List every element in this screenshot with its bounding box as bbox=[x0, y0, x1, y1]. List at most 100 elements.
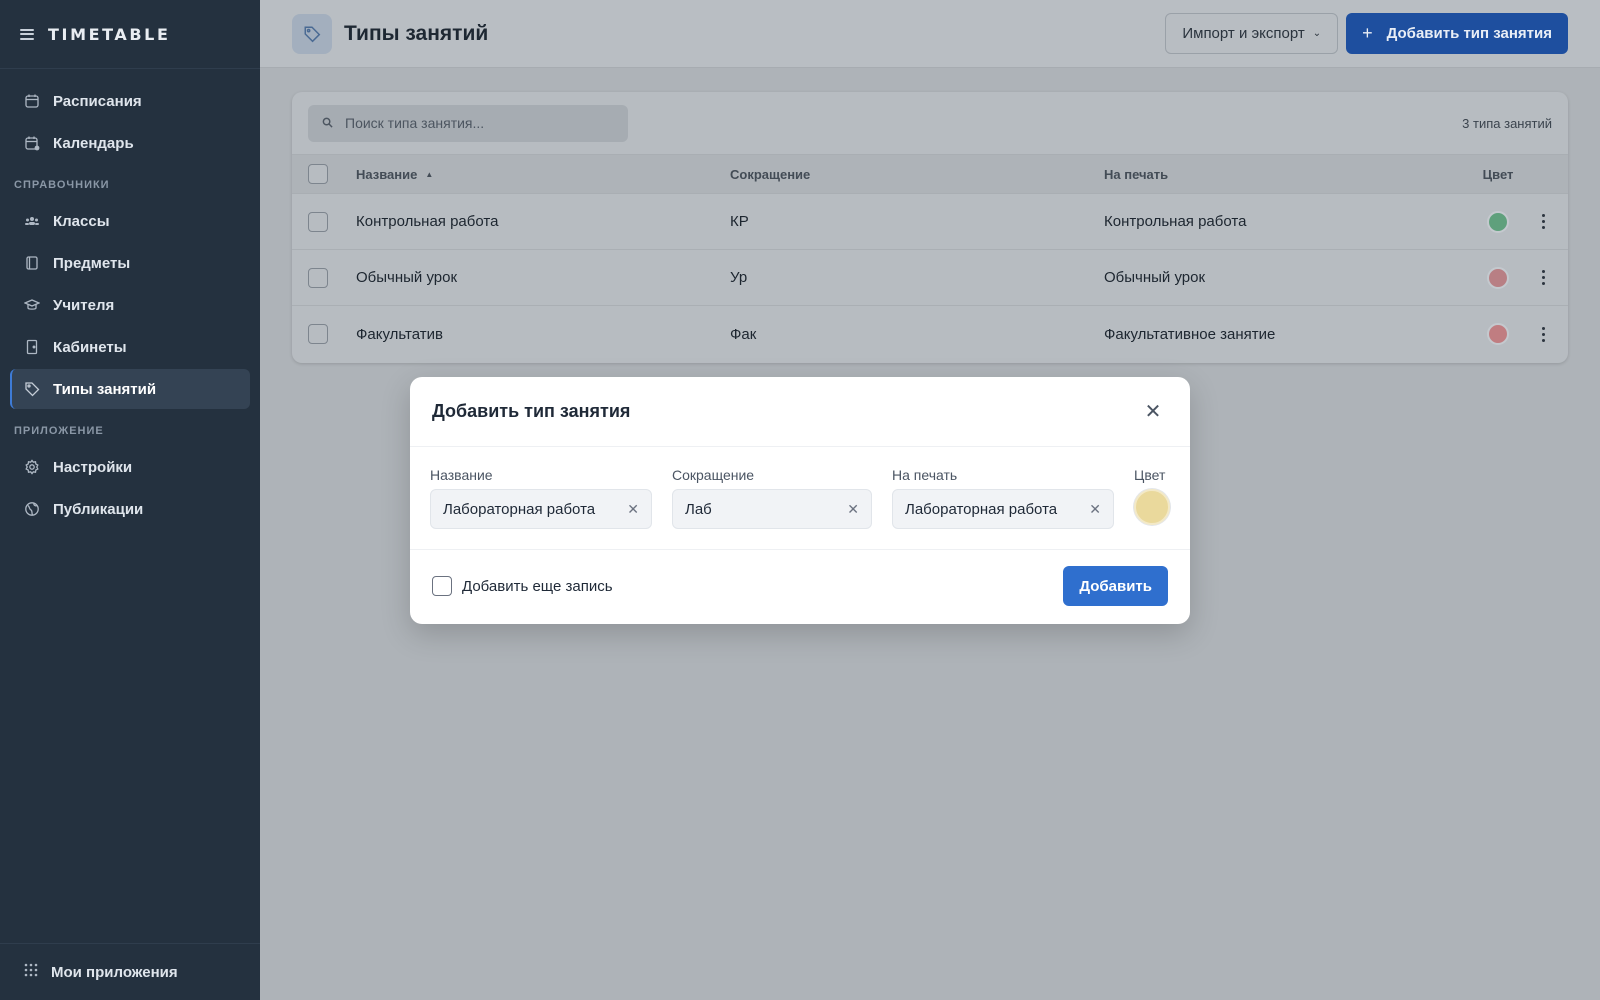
record-count: 3 типа занятий bbox=[1462, 115, 1552, 131]
sidebar-item-label: Кабинеты bbox=[53, 338, 127, 356]
clear-icon[interactable]: ✕ bbox=[847, 501, 859, 518]
globe-icon bbox=[24, 501, 40, 517]
sidebar-item-my-apps[interactable]: Мои приложения bbox=[0, 943, 260, 1000]
abbr-field-label: Сокращение bbox=[672, 467, 755, 483]
dialog-header: Добавить тип занятия ✕ bbox=[410, 377, 1190, 447]
sidebar-item-schedules[interactable]: Расписания bbox=[10, 81, 250, 121]
column-header-print[interactable]: На печать bbox=[1104, 167, 1478, 182]
cell-print: Обычный урок bbox=[1104, 269, 1206, 286]
sidebar-item-settings[interactable]: Настройки bbox=[10, 447, 250, 487]
menu-icon[interactable] bbox=[20, 28, 34, 40]
cell-abbr: Ур bbox=[730, 269, 748, 286]
sidebar-section-application: ПРИЛОЖЕНИЕ bbox=[14, 425, 104, 437]
table-row[interactable]: Факультатив Фак Факультативное занятие bbox=[292, 306, 1568, 362]
sidebar-header: TIMETABLE bbox=[0, 0, 260, 69]
sidebar-item-lesson-types[interactable]: Типы занятий bbox=[10, 369, 250, 409]
sidebar-item-classes[interactable]: Классы bbox=[10, 201, 250, 241]
submit-button[interactable]: Добавить bbox=[1063, 566, 1168, 606]
sidebar-item-label: Настройки bbox=[53, 458, 133, 476]
cell-print: Факультативное занятие bbox=[1104, 325, 1276, 343]
import-export-button[interactable]: Импорт и экспорт ⌄ bbox=[1165, 13, 1339, 54]
table-row[interactable]: Контрольная работа КР Контрольная работа bbox=[292, 194, 1568, 250]
print-input-value: Лабораторная работа bbox=[905, 500, 1058, 518]
print-field-label: На печать bbox=[892, 467, 958, 483]
cell-print: Контрольная работа bbox=[1104, 213, 1247, 230]
search-icon bbox=[322, 115, 333, 131]
sidebar-item-label: Предметы bbox=[53, 254, 131, 272]
cell-abbr: Фак bbox=[730, 325, 757, 343]
cell-name: Обычный урок bbox=[356, 269, 458, 286]
sidebar-item-label: Мои приложения bbox=[51, 963, 178, 981]
sidebar-item-teachers[interactable]: Учителя bbox=[10, 285, 250, 325]
more-vertical-icon[interactable] bbox=[1541, 270, 1545, 285]
graduation-cap-icon bbox=[24, 297, 40, 313]
color-swatch bbox=[1487, 266, 1509, 289]
select-all-checkbox[interactable] bbox=[308, 164, 328, 184]
column-header-name[interactable]: Название ▲ bbox=[356, 167, 730, 182]
table-row[interactable]: Обычный урок Ур Обычный урок bbox=[292, 250, 1568, 306]
color-swatch bbox=[1487, 210, 1509, 233]
clear-icon[interactable]: ✕ bbox=[627, 501, 639, 518]
page-header: Типы занятий Импорт и экспорт ⌄ + Добави… bbox=[260, 0, 1600, 68]
dialog-footer: Добавить еще запись Добавить bbox=[410, 550, 1190, 622]
column-header-abbr[interactable]: Сокращение bbox=[730, 167, 1104, 182]
add-another-checkbox[interactable] bbox=[432, 576, 452, 596]
clear-icon[interactable]: ✕ bbox=[1089, 501, 1101, 518]
sidebar-item-label: Классы bbox=[53, 212, 110, 230]
dialog-body: Название Лабораторная работа ✕ Сокращени… bbox=[410, 447, 1190, 550]
sidebar-item-label: Календарь bbox=[53, 134, 134, 152]
color-picker[interactable] bbox=[1134, 489, 1170, 525]
print-field: На печать Лабораторная работа ✕ bbox=[892, 467, 1114, 529]
page-title: Типы занятий bbox=[344, 21, 489, 45]
tag-icon bbox=[292, 13, 332, 54]
lesson-types-table-card: Поиск типа занятия... 3 типа занятий Наз… bbox=[292, 92, 1568, 363]
sidebar-item-label: Учителя bbox=[53, 296, 115, 314]
row-checkbox[interactable] bbox=[308, 211, 328, 232]
tag-icon bbox=[24, 381, 40, 397]
header-actions: Импорт и экспорт ⌄ + Добавить тип заняти… bbox=[1165, 13, 1568, 54]
sidebar-section-references: СПРАВОЧНИКИ bbox=[14, 179, 110, 191]
sidebar-item-label: Публикации bbox=[53, 500, 144, 518]
row-checkbox[interactable] bbox=[308, 267, 328, 288]
print-input[interactable]: Лабораторная работа ✕ bbox=[892, 489, 1114, 529]
add-lesson-type-button[interactable]: + Добавить тип занятия bbox=[1346, 13, 1568, 54]
sidebar-nav: Расписания Календарь СПРАВОЧНИКИ Классы … bbox=[0, 69, 260, 529]
calendar-icon bbox=[24, 93, 40, 109]
plus-icon: + bbox=[1362, 23, 1373, 43]
row-checkbox[interactable] bbox=[308, 324, 328, 344]
gear-icon bbox=[24, 459, 40, 475]
column-name-label: Название bbox=[356, 166, 418, 182]
abbr-field: Сокращение Лаб ✕ bbox=[672, 467, 872, 529]
sidebar-item-rooms[interactable]: Кабинеты bbox=[10, 327, 250, 367]
add-lesson-type-dialog: Добавить тип занятия ✕ Название Лаборато… bbox=[410, 377, 1190, 624]
add-lesson-type-label: Добавить тип занятия bbox=[1386, 25, 1552, 42]
add-another-label: Добавить еще запись bbox=[462, 577, 613, 595]
calendar-clock-icon bbox=[24, 135, 40, 151]
sidebar-item-label: Типы занятий bbox=[53, 380, 157, 398]
dialog-title: Добавить тип занятия bbox=[432, 401, 631, 421]
column-header-color[interactable]: Цвет bbox=[1478, 167, 1518, 182]
sidebar-item-publications[interactable]: Публикации bbox=[10, 489, 250, 529]
chevron-down-icon: ⌄ bbox=[1312, 28, 1322, 39]
abbr-input[interactable]: Лаб ✕ bbox=[672, 489, 872, 529]
name-field-label: Название bbox=[430, 467, 493, 483]
sidebar: TIMETABLE Расписания Календарь СПРАВОЧНИ… bbox=[0, 0, 260, 1000]
close-icon[interactable]: ✕ bbox=[1138, 397, 1168, 427]
cell-name: Факультатив bbox=[356, 325, 443, 343]
more-vertical-icon[interactable] bbox=[1541, 326, 1545, 342]
app-brand: TIMETABLE bbox=[48, 24, 171, 44]
sidebar-item-subjects[interactable]: Предметы bbox=[10, 243, 250, 283]
users-icon bbox=[24, 213, 40, 229]
cell-abbr: КР bbox=[730, 213, 749, 230]
abbr-input-value: Лаб bbox=[685, 500, 712, 518]
table-header: Название ▲ Сокращение На печать Цвет bbox=[292, 154, 1568, 194]
search-input[interactable]: Поиск типа занятия... bbox=[308, 104, 628, 142]
sidebar-item-calendar[interactable]: Календарь bbox=[10, 123, 250, 163]
more-vertical-icon[interactable] bbox=[1541, 214, 1545, 229]
name-input-value: Лабораторная работа bbox=[443, 500, 596, 518]
sidebar-item-label: Расписания bbox=[53, 92, 142, 110]
name-input[interactable]: Лабораторная работа ✕ bbox=[430, 489, 652, 529]
cell-name: Контрольная работа bbox=[356, 213, 499, 230]
search-placeholder: Поиск типа занятия... bbox=[345, 115, 485, 131]
table-toolbar: Поиск типа занятия... 3 типа занятий bbox=[292, 92, 1568, 154]
